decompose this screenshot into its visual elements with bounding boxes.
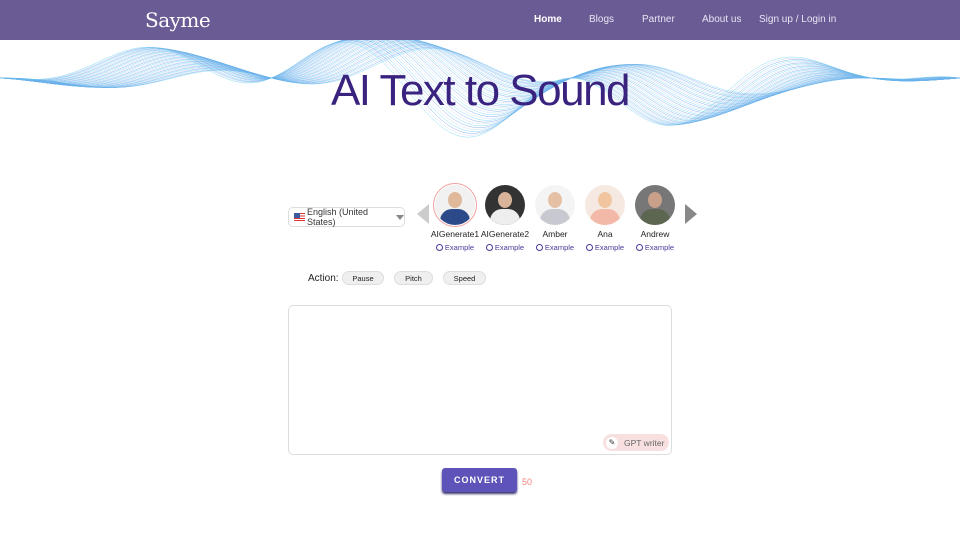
example-link[interactable]: Example [480, 243, 530, 252]
play-icon [585, 244, 593, 251]
convert-button[interactable]: CONVERT [442, 468, 517, 492]
voice-card[interactable]: Amber Example [530, 185, 580, 252]
character-count: 50 [522, 477, 533, 487]
voice-name: Andrew [640, 229, 670, 239]
voice-card[interactable]: AIGenerate2 Example [480, 185, 530, 252]
language-select[interactable]: English (United States) [288, 207, 405, 227]
page-title: AI Text to Sound [330, 66, 631, 115]
nav-signup-login[interactable]: Sign up / Login in [759, 14, 836, 25]
voice-name: Amber [542, 229, 568, 239]
example-link[interactable]: Example [580, 243, 630, 252]
gpt-writer-label: GPT writer [624, 437, 665, 448]
play-icon [635, 244, 643, 251]
voice-name: AIGenerate2 [480, 229, 530, 239]
example-link[interactable]: Example [630, 243, 680, 252]
example-link[interactable]: Example [530, 243, 580, 252]
language-label: English (United States) [306, 207, 368, 227]
nav-blogs[interactable]: Blogs [589, 14, 614, 25]
us-flag-icon [294, 213, 305, 221]
prev-voices-arrow[interactable] [417, 204, 429, 224]
example-link[interactable]: Example [430, 243, 480, 252]
nav-about[interactable]: About us [702, 14, 741, 25]
voice-card[interactable]: Ana Example [580, 185, 630, 252]
chevron-down-icon [396, 214, 404, 220]
voice-card[interactable]: AIGenerate1 Example [430, 183, 480, 252]
avatar[interactable] [485, 185, 525, 225]
avatar[interactable] [535, 185, 575, 225]
pitch-button[interactable]: Pitch [394, 271, 433, 285]
nav-partner[interactable]: Partner [642, 14, 675, 25]
text-input[interactable] [288, 305, 672, 455]
voice-name: Ana [597, 229, 613, 239]
speed-button[interactable]: Speed [443, 271, 486, 285]
logo[interactable]: Sayme [145, 8, 211, 32]
avatar[interactable] [433, 183, 477, 227]
voice-card[interactable]: Andrew Example [630, 185, 680, 252]
pause-button[interactable]: Pause [342, 271, 384, 285]
next-voices-arrow[interactable] [685, 204, 697, 224]
voice-name: AIGenerate1 [430, 229, 480, 239]
avatar[interactable] [585, 185, 625, 225]
action-label: Action: [308, 273, 339, 284]
top-nav: Sayme Home Blogs Partner About us Sign u… [0, 0, 960, 40]
gpt-writer-button[interactable]: ✎ GPT writer [603, 434, 669, 451]
play-icon [485, 244, 493, 251]
nav-home[interactable]: Home [534, 14, 562, 25]
play-icon [435, 244, 443, 251]
pen-icon: ✎ [606, 436, 618, 449]
avatar[interactable] [635, 185, 675, 225]
play-icon [535, 244, 543, 251]
